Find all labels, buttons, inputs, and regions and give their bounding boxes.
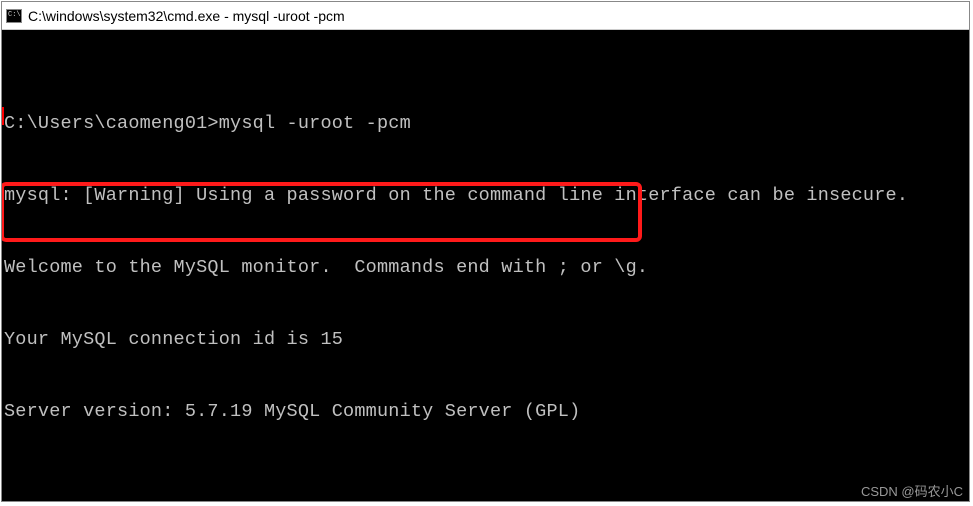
titlebar[interactable]: C:\windows\system32\cmd.exe - mysql -uro… — [2, 2, 969, 30]
prompt-line: C:\Users\caomeng01>mysql -uroot -pcm — [4, 112, 967, 136]
terminal-area[interactable]: C:\Users\caomeng01>mysql -uroot -pcm mys… — [2, 30, 969, 501]
window-title: C:\windows\system32\cmd.exe - mysql -uro… — [28, 8, 345, 24]
watermark: CSDN @码农小C — [861, 481, 963, 500]
welcome-line: Welcome to the MySQL monitor. Commands e… — [4, 256, 967, 280]
cmd-window: C:\windows\system32\cmd.exe - mysql -uro… — [1, 1, 970, 502]
warning-line: mysql: [Warning] Using a password on the… — [4, 184, 967, 208]
blank-line — [4, 472, 967, 496]
server-version-line: Server version: 5.7.19 MySQL Community S… — [4, 400, 967, 424]
connection-line: Your MySQL connection id is 15 — [4, 328, 967, 352]
terminal-content: C:\Users\caomeng01>mysql -uroot -pcm mys… — [2, 30, 969, 501]
cmd-icon — [6, 9, 22, 23]
red-marker — [2, 107, 4, 125]
